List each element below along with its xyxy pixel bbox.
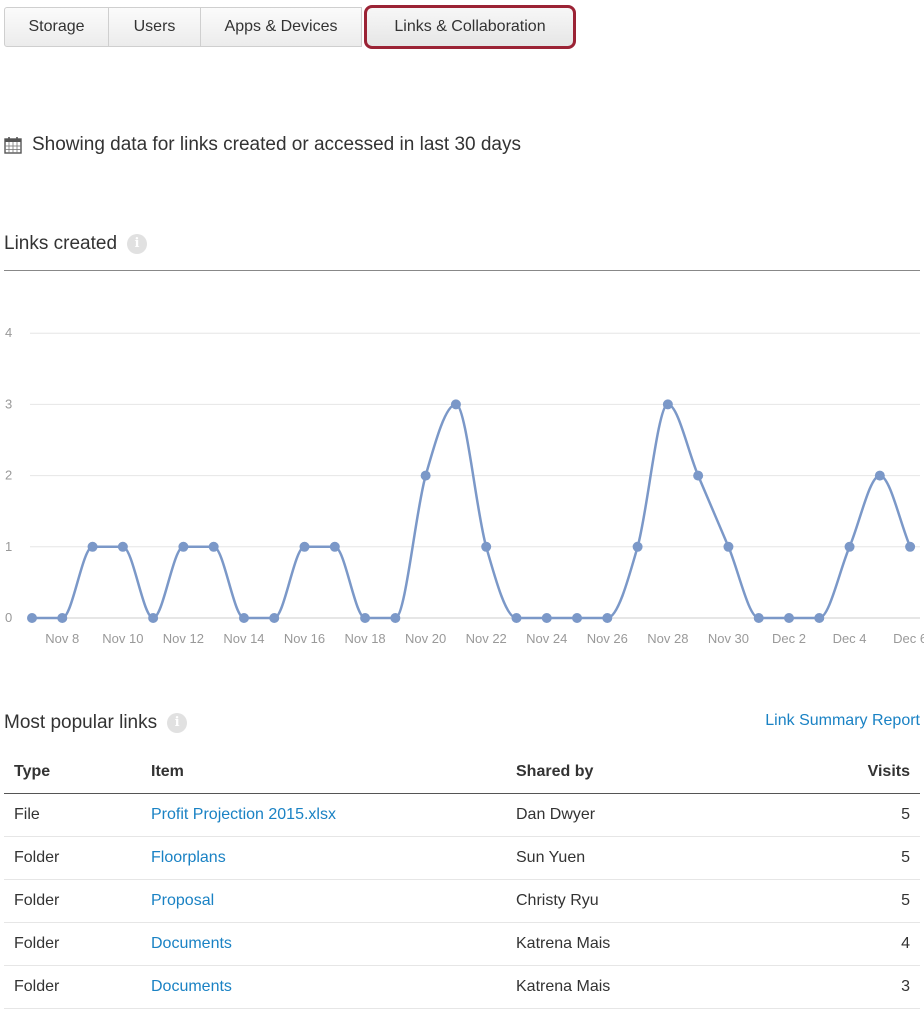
data-point <box>87 541 98 552</box>
y-tick-label: 2 <box>5 468 12 483</box>
data-point <box>693 470 704 481</box>
links-created-title: Links created <box>4 233 118 254</box>
popular-links-table: Type Item Shared by Visits File Profit P… <box>4 751 920 1009</box>
links-created-chart: 0 1 2 3 4 Nov 8 Nov 10 Nov 12 Nov 14 Nov 16 Nov 18… <box>5 325 924 646</box>
section-divider <box>4 270 920 271</box>
data-point <box>874 470 885 481</box>
cell-visits: 5 <box>776 879 920 923</box>
cell-type: Folder <box>4 879 141 923</box>
data-point <box>208 541 219 552</box>
cell-visits: 5 <box>776 793 920 837</box>
data-point <box>602 613 613 623</box>
y-tick-label: 0 <box>5 610 12 625</box>
tab-storage[interactable]: Storage <box>4 7 109 47</box>
item-link[interactable]: Documents <box>151 978 232 995</box>
date-range-text: Showing data for links created or access… <box>32 134 521 155</box>
table-row: Folder Documents Katrena Mais 3 <box>4 965 920 1009</box>
x-tick-label: Nov 10 <box>102 631 143 646</box>
tab-links-collaboration[interactable]: Links & Collaboration <box>364 5 576 49</box>
cell-visits: 3 <box>776 965 920 1009</box>
data-point <box>753 613 764 623</box>
item-link[interactable]: Proposal <box>151 892 214 909</box>
data-point <box>57 613 68 623</box>
x-tick-label: Nov 8 <box>45 631 79 646</box>
most-popular-links-title: Most popular links <box>4 712 158 733</box>
cell-shared-by: Christy Ryu <box>506 879 776 923</box>
data-point <box>269 613 280 623</box>
cell-type: Folder <box>4 922 141 966</box>
column-header-item[interactable]: Item <box>141 751 506 794</box>
cell-shared-by: Sun Yuen <box>506 836 776 880</box>
data-point <box>905 541 916 552</box>
x-tick-label: Dec 6 <box>893 631 924 646</box>
column-header-visits[interactable]: Visits <box>776 751 920 794</box>
data-point <box>329 541 340 552</box>
cell-shared-by: Katrena Mais <box>506 922 776 966</box>
data-point <box>511 613 522 623</box>
data-point <box>420 470 431 481</box>
x-tick-label: Nov 18 <box>344 631 385 646</box>
table-row: Folder Proposal Christy Ryu 5 <box>4 879 920 923</box>
y-tick-label: 3 <box>5 396 12 411</box>
data-point <box>178 541 189 552</box>
x-tick-label: Nov 22 <box>466 631 507 646</box>
data-point <box>481 541 492 552</box>
report-tabs: Storage Users Apps & Devices Links & Col… <box>4 5 576 49</box>
table-row: File Profit Projection 2015.xlsx Dan Dwy… <box>4 793 920 837</box>
most-popular-links-heading: Most popular links i <box>4 712 188 734</box>
data-point <box>814 613 825 623</box>
column-header-type[interactable]: Type <box>4 751 141 794</box>
table-row: Folder Floorplans Sun Yuen 5 <box>4 836 920 880</box>
data-point <box>784 613 794 623</box>
tab-apps-devices[interactable]: Apps & Devices <box>200 7 362 47</box>
info-icon[interactable]: i <box>167 713 188 733</box>
x-tick-label: Nov 16 <box>284 631 325 646</box>
link-summary-report-link[interactable]: Link Summary Report <box>765 712 920 730</box>
date-range-info: Showing data for links created or access… <box>4 134 521 156</box>
y-tick-label: 1 <box>5 539 12 554</box>
cell-type: Folder <box>4 965 141 1009</box>
x-tick-label: Nov 30 <box>708 631 749 646</box>
data-point <box>450 399 461 410</box>
x-tick-label: Nov 26 <box>587 631 628 646</box>
cell-visits: 4 <box>776 922 920 966</box>
cell-shared-by: Dan Dwyer <box>506 793 776 837</box>
x-tick-label: Nov 20 <box>405 631 446 646</box>
series-line <box>32 403 912 620</box>
cell-visits: 5 <box>776 836 920 880</box>
info-icon[interactable]: i <box>127 234 148 254</box>
x-tick-label: Dec 2 <box>772 631 806 646</box>
column-header-shared-by[interactable]: Shared by <box>506 751 776 794</box>
data-point <box>117 541 128 552</box>
data-point <box>27 613 37 623</box>
x-tick-label: Nov 14 <box>223 631 264 646</box>
x-tick-label: Nov 24 <box>526 631 567 646</box>
item-link[interactable]: Documents <box>151 935 232 952</box>
data-point <box>572 613 583 623</box>
cell-shared-by: Katrena Mais <box>506 965 776 1009</box>
data-point <box>238 613 249 623</box>
table-header-row: Type Item Shared by Visits <box>4 751 920 794</box>
data-point <box>299 541 310 552</box>
item-link[interactable]: Floorplans <box>151 849 226 866</box>
links-created-heading: Links created i <box>4 233 148 255</box>
x-tick-label: Dec 4 <box>833 631 867 646</box>
table-row: Folder Documents Katrena Mais 4 <box>4 922 920 966</box>
data-point <box>390 613 401 623</box>
y-tick-label: 4 <box>5 325 12 340</box>
cell-type: File <box>4 793 141 837</box>
tab-users[interactable]: Users <box>108 7 201 47</box>
data-point <box>632 541 643 552</box>
data-point <box>723 541 734 552</box>
calendar-icon <box>4 136 22 154</box>
data-point <box>360 613 371 623</box>
x-tick-label: Nov 12 <box>163 631 204 646</box>
data-point <box>148 613 159 623</box>
x-tick-label: Nov 28 <box>647 631 688 646</box>
data-point <box>844 541 855 552</box>
item-link[interactable]: Profit Projection 2015.xlsx <box>151 806 336 823</box>
data-point <box>662 399 673 410</box>
cell-type: Folder <box>4 836 141 880</box>
data-point <box>541 613 552 623</box>
